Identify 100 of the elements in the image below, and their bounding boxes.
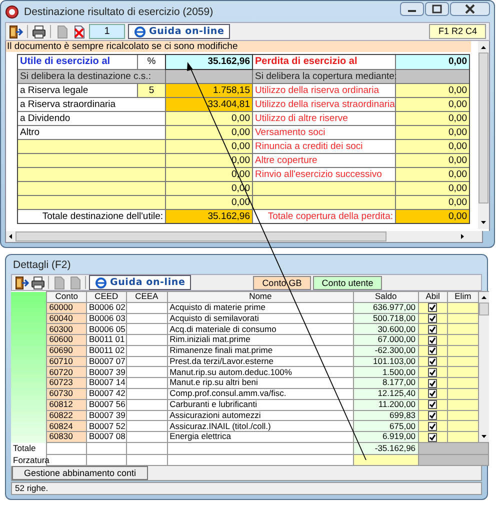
checkbox[interactable] <box>428 389 438 398</box>
maximize-button[interactable] <box>425 2 449 16</box>
cell-reference: F1 R2 C4 <box>429 24 486 39</box>
input-cell[interactable]: 0,00 <box>396 196 469 209</box>
column-header[interactable]: Conto <box>46 292 86 302</box>
table-cell: 60822 <box>46 410 86 421</box>
input-cell[interactable] <box>18 140 165 153</box>
printer-icon[interactable] <box>31 276 45 290</box>
table-cell: 60824 <box>46 420 86 432</box>
help-button[interactable]: Guida on-line <box>89 275 192 290</box>
table-cell: 60730 <box>46 388 86 400</box>
table-cell: Utilizzo di altre riserve <box>253 112 395 125</box>
input-cell[interactable]: 0,00 <box>396 55 469 69</box>
account-matching-button[interactable]: Gestione abbinamento conti <box>12 466 148 480</box>
input-cell[interactable]: 0,00 <box>166 140 252 153</box>
table-cell: Manut.rip.su autom.deduc.100% <box>167 366 354 378</box>
input-cell[interactable]: 1.758,15 <box>166 84 252 97</box>
table-cell: Si delibera la destinazione c.s.: <box>18 70 165 83</box>
input-cell[interactable] <box>18 154 165 167</box>
help-button[interactable]: Guida on-line <box>128 24 230 39</box>
vertical-scrollbar[interactable] <box>478 41 489 229</box>
input-cell[interactable]: 0,00 <box>396 154 469 167</box>
checkbox[interactable] <box>428 303 438 312</box>
page-number-field[interactable]: 1 <box>89 24 125 39</box>
input-cell[interactable]: 0,00 <box>396 168 469 181</box>
table-cell: % <box>138 55 165 69</box>
table-cell: 60600 <box>46 334 86 346</box>
table-cell: Altre coperture <box>253 154 395 167</box>
input-cell[interactable] <box>18 196 165 209</box>
checkbox[interactable] <box>428 368 438 377</box>
input-cell[interactable]: 33.404,81 <box>166 98 252 111</box>
column-header[interactable]: Nome <box>167 292 354 302</box>
checkbox[interactable] <box>428 432 438 442</box>
table-cell: 0,00 <box>396 210 469 223</box>
legend-label: Conto GB <box>253 276 311 290</box>
table-cell: 60723 <box>46 378 86 389</box>
notice-bar: Il documento è sempre ricalcolato se ci sono modifiche <box>6 41 471 52</box>
document-icon[interactable] <box>55 24 69 38</box>
exit-door-icon[interactable] <box>9 24 23 38</box>
table-cell: Rimanenze finali mat.prime <box>167 345 354 356</box>
checkbox[interactable] <box>428 378 438 388</box>
status-bar: 52 righe. <box>11 482 482 495</box>
input-cell[interactable]: 0,00 <box>396 84 469 97</box>
exit-door-icon[interactable] <box>15 276 29 290</box>
table-cell: Acquisto di materie prime <box>167 302 354 314</box>
table-cell: Rim.iniziali mat.prime <box>167 334 354 346</box>
table-cell: 60690 <box>46 345 86 356</box>
input-cell[interactable] <box>18 182 165 195</box>
checkbox[interactable] <box>428 324 438 334</box>
input-cell[interactable]: 35.162,96 <box>166 55 252 69</box>
table-cell: Energia elettrica <box>167 432 354 442</box>
input-cell[interactable]: 0,00 <box>166 126 252 139</box>
column-header[interactable]: CEED <box>86 292 126 302</box>
table-cell: a Riserva legale <box>18 84 137 97</box>
input-cell[interactable]: 5 <box>138 84 165 97</box>
input-cell[interactable] <box>18 168 165 181</box>
table-cell: Manut.e rip.su altri beni <box>167 378 354 389</box>
table-cell: 60830 <box>46 432 86 442</box>
column-header[interactable]: Saldo <box>354 292 418 302</box>
input-cell[interactable] <box>253 196 395 209</box>
input-cell[interactable]: 0,00 <box>396 98 469 111</box>
table-cell: 60300 <box>46 324 86 335</box>
printer-icon[interactable] <box>32 24 46 38</box>
minimize-button[interactable] <box>400 2 424 16</box>
checkbox[interactable] <box>428 314 438 323</box>
table-cell: Carburanti e lubrificanti <box>167 399 354 410</box>
vertical-scrollbar[interactable] <box>478 292 489 442</box>
table-cell: 60720 <box>46 366 86 378</box>
checkbox[interactable] <box>428 336 438 345</box>
checkbox[interactable] <box>428 400 438 410</box>
table-cell: Utile di esercizio al <box>18 55 137 69</box>
app-icon <box>5 4 19 18</box>
input-cell[interactable]: 0,00 <box>396 182 469 195</box>
browser-icon <box>95 276 107 288</box>
input-cell[interactable] <box>253 182 395 195</box>
table-cell: Prest.da terzi/Lavor.esterne <box>167 356 354 367</box>
table-cell: Rinvio all'esercizio successivo <box>253 168 395 181</box>
table-cell: a Riserva straordinaria <box>18 98 165 111</box>
input-cell[interactable]: 0,00 <box>166 196 252 209</box>
input-cell[interactable]: 0,00 <box>396 140 469 153</box>
input-cell[interactable]: 0,00 <box>396 126 469 139</box>
checkbox[interactable] <box>428 410 438 420</box>
legend-label: Conto utente <box>312 276 382 290</box>
checkbox[interactable] <box>428 346 438 356</box>
horizontal-scrollbar[interactable] <box>5 231 483 243</box>
column-header[interactable]: Abil <box>418 292 448 302</box>
table-cell: Acq.di materiale di consumo <box>167 324 354 335</box>
input-cell[interactable]: 0,00 <box>166 112 252 125</box>
document-delete-icon[interactable] <box>72 24 86 38</box>
table-cell: Assicuraz.INAIL (titol./coll.) <box>167 420 354 432</box>
column-header[interactable]: CEEA <box>126 292 168 302</box>
column-header[interactable]: Elim <box>448 292 478 302</box>
table-cell: Acquisto di semilavorati <box>167 313 354 324</box>
checkbox[interactable] <box>428 422 438 431</box>
close-button[interactable] <box>450 2 490 16</box>
input-cell[interactable]: 0,00 <box>396 112 469 125</box>
table-cell: Totale copertura della perdita: <box>253 210 395 223</box>
checkbox[interactable] <box>428 357 438 366</box>
table-cell: Perdita di esercizio al <box>253 55 395 69</box>
table-cell: a Dividendo <box>18 112 165 125</box>
